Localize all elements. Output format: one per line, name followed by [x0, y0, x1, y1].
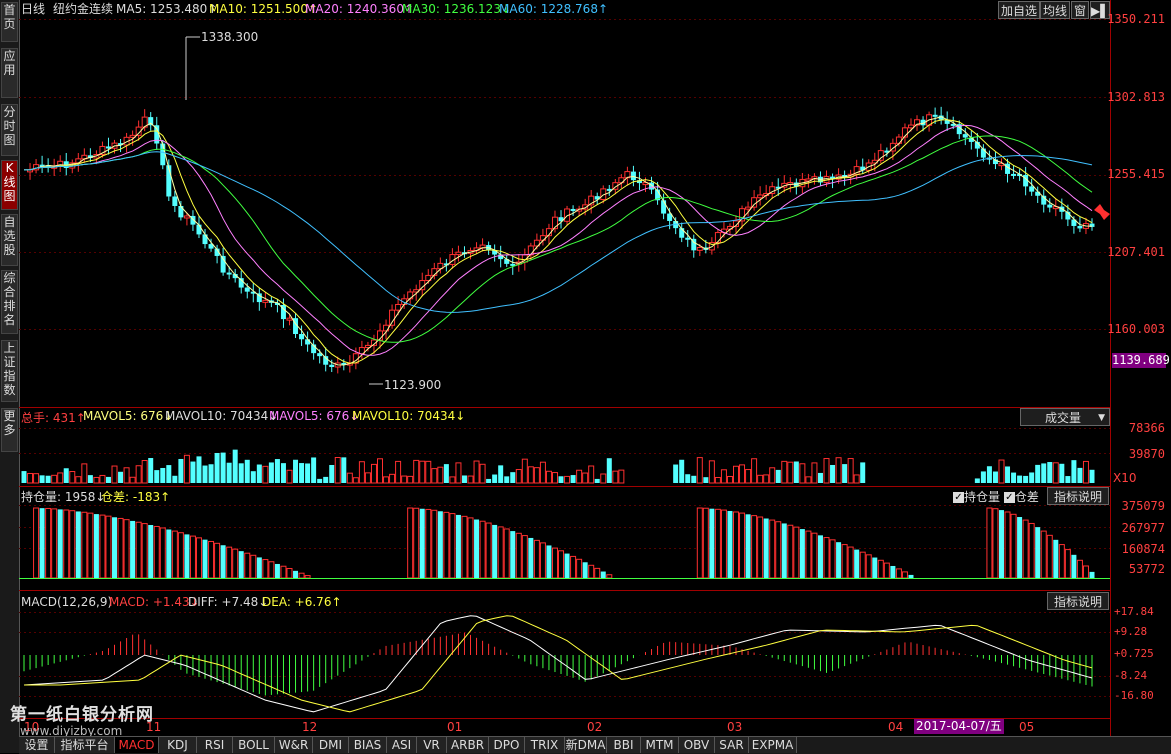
ma-settings-button[interactable]: 均线 [1040, 1, 1070, 19]
oi-tick: 53772 [1128, 562, 1165, 576]
oi-checkbox[interactable]: ✓ [953, 492, 964, 503]
volume-bars [21, 449, 1095, 484]
macd-histogram [23, 615, 1093, 713]
open-interest-bars [33, 507, 1095, 579]
price-tick: 1302.813 [1107, 90, 1165, 104]
volume-unit: X10 [1113, 471, 1137, 485]
panel-frames [19, 0, 1111, 736]
macd-tick: -16.80 [1114, 689, 1154, 702]
indicator-dropdown[interactable]: 成交量 ▼ [1020, 408, 1110, 426]
high-marker-label: 1338.300 [201, 30, 259, 44]
volume-tick: 78366 [1128, 421, 1165, 435]
mavol10-label: MAVOL10: 70434↓ [165, 409, 279, 423]
price-arrow-icon [1094, 204, 1110, 220]
tab--[interactable]: 指标平台 [55, 737, 115, 753]
price-tick: 1207.401 [1107, 245, 1165, 259]
extreme-markers [185, 36, 383, 385]
time-label: 05 [1019, 720, 1035, 734]
time-label: 01 [447, 720, 463, 734]
price-tick: 1255.415 [1107, 167, 1165, 181]
oi-tick: 160874 [1121, 542, 1165, 556]
tab-obv[interactable]: OBV [679, 737, 715, 753]
volume-tick: 39870 [1128, 447, 1165, 461]
oi-tick: 267977 [1121, 521, 1165, 535]
tab-sar[interactable]: SAR [715, 737, 749, 753]
mavol10-label-2: MAVOL10: 70434↓ [352, 409, 466, 423]
macd-tick: +17.84 [1114, 605, 1154, 618]
tab-dmi[interactable]: DMI [313, 737, 349, 753]
symbol-name: 纽约金连续 [53, 2, 114, 16]
oi-diff-label: 仓差: -183↑ [101, 490, 171, 504]
tab-bias[interactable]: BIAS [349, 737, 387, 753]
tab-boll[interactable]: BOLL [233, 737, 275, 753]
tab-arbr[interactable]: ARBR [447, 737, 489, 753]
price-tick: 1350.211 [1107, 12, 1165, 26]
chevron-down-icon: ▼ [1098, 413, 1105, 423]
macd-tick: +9.28 [1114, 625, 1148, 638]
mavol5-label-2: MAVOL5: 676↓ [269, 409, 360, 423]
tab-bbi[interactable]: BBI [607, 737, 641, 753]
macd-name: MACD(12,26,9) [21, 595, 113, 609]
oi-explain-button[interactable]: 指标说明 [1047, 487, 1109, 505]
cursor-date: 2017-04-07/五 [914, 719, 1004, 734]
ma30-label: MA30: 1236.123↓ [402, 2, 512, 16]
tab-w-r[interactable]: W&R [275, 737, 313, 753]
ma20-label: MA20: 1240.360↑ [305, 2, 415, 16]
price-tick: 1160.003 [1107, 322, 1165, 336]
oi-checkbox-label: 持仓量 [964, 490, 1001, 504]
tab-dpo[interactable]: DPO [489, 737, 525, 753]
time-label: 02 [587, 720, 603, 734]
tab-mtm[interactable]: MTM [641, 737, 679, 753]
tab-expma[interactable]: EXPMA [749, 737, 797, 753]
mavol5-label: MAVOL5: 676↓ [83, 409, 174, 423]
last-price-badge: 1139.689 [1112, 353, 1170, 368]
time-label: 12 [302, 720, 318, 734]
dropdown-label: 成交量 [1045, 411, 1082, 425]
tab-kdj[interactable]: KDJ [159, 737, 197, 753]
tab-vr[interactable]: VR [417, 737, 447, 753]
ma5-label: MA5: 1253.480↑ [116, 2, 218, 16]
ma10-label: MA10: 1251.500↑ [209, 2, 319, 16]
diff-checkbox[interactable]: ✓ [1003, 492, 1015, 503]
tab--dma[interactable]: 新DMA [565, 737, 607, 753]
diff-checkbox-label: 仓差 [1014, 490, 1039, 504]
oi-tick: 375079 [1121, 499, 1165, 513]
oi-checkbox-group: ✓持仓量 ✓仓差 [953, 488, 1039, 504]
macd-explain-button[interactable]: 指标说明 [1047, 592, 1109, 610]
macd-tick: +0.725 [1114, 647, 1154, 660]
kline-chart[interactable] [0, 0, 1171, 753]
time-label: 03 [727, 720, 743, 734]
macd-tick: -8.24 [1114, 669, 1148, 682]
diff-value: DIFF: +7.48↓ [188, 595, 269, 609]
indicator-tabbar: 设置 指标平台 MACD KDJ RSI BOLL W&R DMI BIAS ASI VR ARBR D… [19, 736, 1171, 754]
tab-rsi[interactable]: RSI [197, 737, 233, 753]
watermark-text: 第一纸白银分析网 [10, 705, 154, 725]
dea-value: DEA: +6.76↑ [262, 595, 342, 609]
macd-value: MACD: +1.43↓ [109, 595, 200, 609]
tab--[interactable]: 设置 [19, 737, 55, 753]
add-watchlist-button[interactable]: 加自选 [998, 1, 1040, 19]
open-interest-label: 持仓量: 1958↓ [21, 490, 106, 504]
tab-asi[interactable]: ASI [387, 737, 417, 753]
tab-trix[interactable]: TRIX [525, 737, 565, 753]
tab-macd[interactable]: MACD [115, 737, 159, 753]
candlesticks [27, 106, 1095, 374]
moving-averages [24, 116, 1093, 366]
time-label: 04 [888, 720, 904, 734]
window-button[interactable]: 窗 [1071, 1, 1089, 19]
volume-total: 总手: 431↑ [21, 411, 86, 425]
ma60-label: MA60: 1228.768↑ [499, 2, 609, 16]
period-label: 日线 [21, 2, 46, 16]
low-marker-label: 1123.900 [384, 378, 442, 392]
